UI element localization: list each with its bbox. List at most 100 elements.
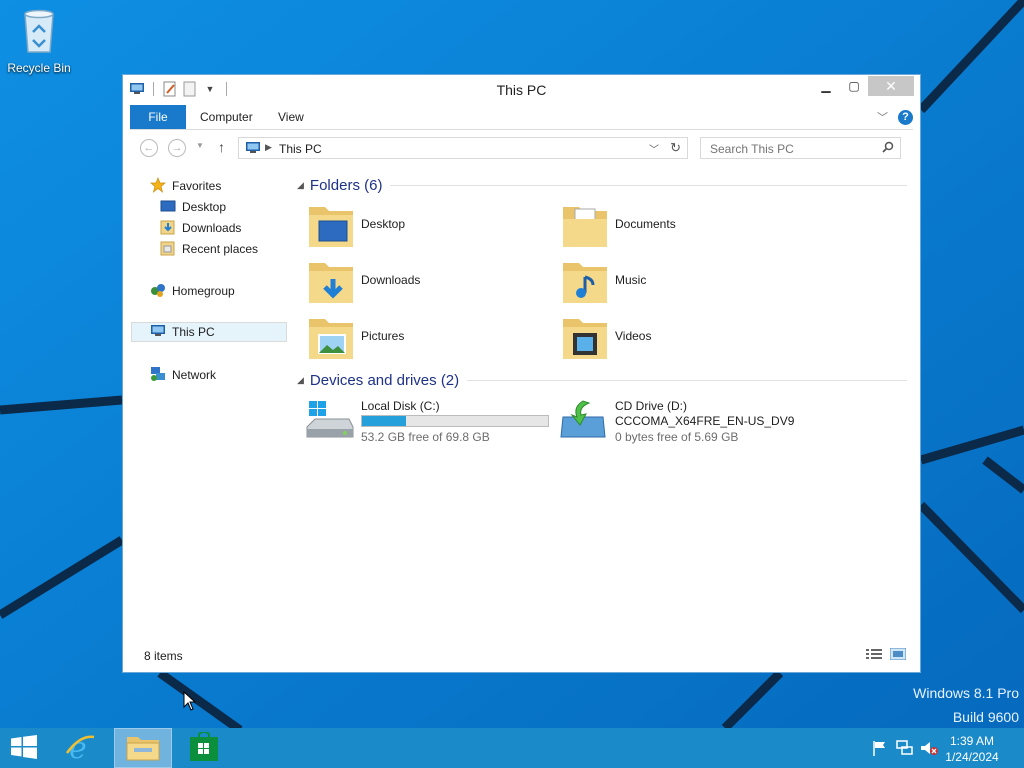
collapse-icon[interactable]: ◢ xyxy=(297,375,304,386)
pictures-folder-icon xyxy=(307,313,355,366)
folder-downloads[interactable]: Downloads xyxy=(297,257,537,309)
recycle-bin-label: Recycle Bin xyxy=(7,61,71,75)
mouse-cursor-icon xyxy=(183,691,197,711)
search-box[interactable] xyxy=(700,137,901,159)
nav-item-downloads[interactable]: Downloads xyxy=(160,218,241,238)
tab-file[interactable]: File xyxy=(130,105,186,129)
breadcrumb-arrow-icon[interactable]: ▶ xyxy=(265,142,272,153)
folders-group-header[interactable]: ◢ Folders (6) xyxy=(297,175,907,195)
title-bar[interactable]: ▼ This PC ▁ ▢ ✕ xyxy=(123,75,920,105)
folder-name: Desktop xyxy=(361,217,406,231)
folder-name: Music xyxy=(615,273,647,287)
navigation-pane: Favorites Desktop Downloads Recent place… xyxy=(130,171,290,639)
address-text: This PC xyxy=(279,142,322,156)
window-controls: ▁ ▢ ✕ xyxy=(812,76,914,96)
volume-muted-icon[interactable] xyxy=(920,740,938,759)
content-pane: ◢ Folders (6) Desktop Documents Download… xyxy=(297,171,911,639)
drive-cd-d[interactable]: CD Drive (D:) CCCOMA_X64FRE_EN-US_DV9 0 … xyxy=(551,399,801,449)
folder-name: Pictures xyxy=(361,329,405,343)
downloads-folder-icon xyxy=(307,257,355,310)
file-explorer-icon xyxy=(126,733,160,764)
folder-name: Videos xyxy=(615,329,652,343)
search-input[interactable] xyxy=(708,141,882,157)
view-toggle-group xyxy=(866,647,907,663)
divider xyxy=(390,184,907,186)
store-icon xyxy=(189,730,219,765)
internet-explorer-icon: e xyxy=(64,731,96,766)
computer-icon xyxy=(150,324,166,341)
downloads-icon xyxy=(160,219,176,238)
watermark-build: Build 9600 xyxy=(952,709,1019,725)
minimize-button[interactable]: ▁ xyxy=(812,76,840,96)
homegroup-icon xyxy=(150,282,166,301)
recent-locations-icon[interactable]: ▼ xyxy=(196,141,204,150)
large-icons-view-icon[interactable] xyxy=(889,647,907,663)
nav-item-this-pc[interactable]: This PC xyxy=(131,322,287,342)
clock-time: 1:39 AM xyxy=(949,734,995,748)
start-button[interactable] xyxy=(0,728,48,768)
clock-date: 1/24/2024 xyxy=(945,750,999,764)
devices-group-header[interactable]: ◢ Devices and drives (2) xyxy=(297,370,907,390)
watermark-edition: Windows 8.1 Pro xyxy=(913,685,1019,701)
folder-music[interactable]: Music xyxy=(551,257,791,309)
navigation-bar: ← → ▼ ↑ ▶ This PC ﹀ ↻ xyxy=(130,136,913,160)
group-title: Folders (6) xyxy=(309,176,383,194)
collapse-icon[interactable]: ◢ xyxy=(297,180,304,191)
close-button[interactable]: ✕ xyxy=(868,76,914,96)
drive-name: CD Drive (D:) xyxy=(615,399,687,413)
explorer-window: ▼ This PC ▁ ▢ ✕ File Computer View ﹀ ? ←… xyxy=(122,74,921,673)
nav-item-desktop[interactable]: Desktop xyxy=(160,197,226,217)
nav-label: This PC xyxy=(172,325,215,339)
network-icon xyxy=(150,366,166,385)
group-title: Devices and drives (2) xyxy=(309,371,460,389)
status-item-count: 8 items xyxy=(144,649,183,663)
refresh-icon[interactable]: ↻ xyxy=(670,140,681,156)
action-center-flag-icon[interactable] xyxy=(872,740,888,759)
search-icon[interactable] xyxy=(882,141,894,156)
folder-name: Documents xyxy=(615,217,676,231)
drive-label: CCCOMA_X64FRE_EN-US_DV9 xyxy=(615,414,795,428)
recycle-bin-shortcut[interactable]: Recycle Bin xyxy=(4,6,74,75)
store-button[interactable] xyxy=(180,728,228,768)
up-arrow-icon[interactable]: ↑ xyxy=(218,139,225,155)
address-bar[interactable]: ▶ This PC ﹀ ↻ xyxy=(238,137,688,159)
drive-free-space: 53.2 GB free of 69.8 GB xyxy=(361,430,490,444)
nav-label: Downloads xyxy=(182,221,242,235)
folder-pictures[interactable]: Pictures xyxy=(297,313,537,365)
desktop-folder-icon xyxy=(307,201,355,254)
nav-item-favorites[interactable]: Favorites xyxy=(150,176,221,196)
network-status-icon[interactable] xyxy=(896,740,914,759)
divider xyxy=(467,379,907,381)
expand-ribbon-icon[interactable]: ﹀ xyxy=(877,109,888,125)
star-icon xyxy=(150,176,166,196)
nav-item-network[interactable]: Network xyxy=(150,365,216,385)
disk-usage-fill xyxy=(362,416,407,426)
tab-view[interactable]: View xyxy=(278,105,304,129)
back-button[interactable]: ← xyxy=(140,139,158,157)
nav-label: Homegroup xyxy=(172,284,235,298)
folder-documents[interactable]: Documents xyxy=(551,201,791,253)
disk-usage-bar xyxy=(361,415,549,427)
cd-drive-icon xyxy=(559,399,609,446)
recent-places-icon xyxy=(160,240,176,259)
computer-icon xyxy=(245,141,261,158)
tab-computer[interactable]: Computer xyxy=(200,105,253,129)
drive-name: Local Disk (C:) xyxy=(361,399,440,413)
hard-drive-icon xyxy=(305,399,355,446)
folder-name: Downloads xyxy=(361,273,421,287)
file-explorer-button[interactable] xyxy=(114,728,172,768)
maximize-button[interactable]: ▢ xyxy=(840,76,868,96)
drive-local-disk-c[interactable]: Local Disk (C:) 53.2 GB free of 69.8 GB xyxy=(297,399,549,449)
chevron-down-icon[interactable]: ﹀ xyxy=(649,141,659,156)
folder-desktop[interactable]: Desktop xyxy=(297,201,537,253)
nav-item-recent-places[interactable]: Recent places xyxy=(160,239,258,259)
taskbar-clock[interactable]: 1:39 AM 1/24/2024 xyxy=(942,733,1002,765)
internet-explorer-button[interactable]: e xyxy=(58,728,102,768)
details-view-icon[interactable] xyxy=(866,648,882,663)
nav-label: Recent places xyxy=(182,242,259,256)
help-icon[interactable]: ? xyxy=(898,109,913,125)
folder-videos[interactable]: Videos xyxy=(551,313,791,365)
forward-button[interactable]: → xyxy=(168,139,186,157)
documents-folder-icon xyxy=(561,201,609,254)
nav-item-homegroup[interactable]: Homegroup xyxy=(150,281,235,301)
